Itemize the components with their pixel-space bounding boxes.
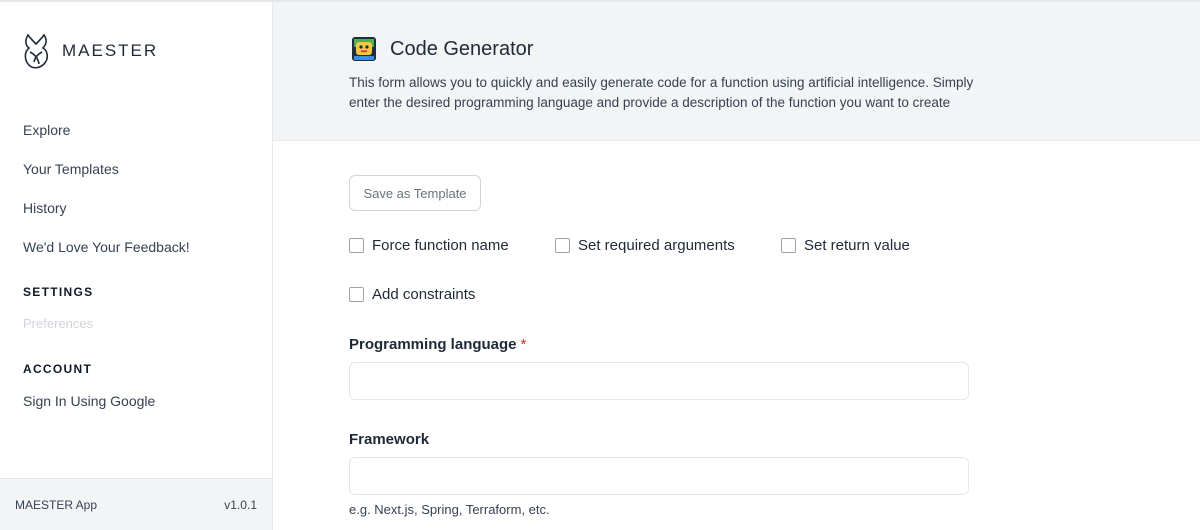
sidebar-nav: Explore Your Templates History We'd Love… xyxy=(23,120,190,276)
page-header: Code Generator This form allows you to q… xyxy=(273,2,1200,141)
checkbox-label: Set return value xyxy=(804,237,910,254)
programming-language-input[interactable] xyxy=(349,362,969,400)
programming-language-label: Programming language * xyxy=(349,336,526,353)
sidebar-footer: MAESTER App v1.0.1 xyxy=(0,478,272,530)
option-force-function-name[interactable]: Force function name xyxy=(349,237,509,254)
title-row: Code Generator xyxy=(351,36,533,62)
sidebar-item-your-templates[interactable]: Your Templates xyxy=(23,159,190,198)
page-title: Code Generator xyxy=(390,37,534,60)
option-set-required-arguments[interactable]: Set required arguments xyxy=(555,237,735,254)
page-description: This form allows you to quickly and easi… xyxy=(349,75,974,110)
checkbox[interactable] xyxy=(349,238,364,253)
checkbox[interactable] xyxy=(349,287,364,302)
required-mark: * xyxy=(520,336,527,353)
framework-label: Framework xyxy=(349,431,430,448)
footer-app-name: MAESTER App xyxy=(15,497,98,512)
option-set-return-value[interactable]: Set return value xyxy=(781,237,910,254)
checkbox-label: Set required arguments xyxy=(578,237,735,254)
maester-logo-icon xyxy=(24,33,49,69)
account-section-title: ACCOUNT xyxy=(23,362,93,376)
settings-section-title: SETTINGS xyxy=(23,285,94,299)
checkbox-label: Force function name xyxy=(372,237,509,254)
framework-hint: e.g. Next.js, Spring, Terraform, etc. xyxy=(349,502,550,517)
save-as-template-button[interactable]: Save as Template xyxy=(349,175,481,211)
sign-in-google-link[interactable]: Sign In Using Google xyxy=(23,393,155,409)
sidebar-item-feedback[interactable]: We'd Love Your Feedback! xyxy=(23,237,190,276)
checkbox[interactable] xyxy=(555,238,570,253)
footer-version: v1.0.1 xyxy=(224,497,257,512)
framework-input[interactable] xyxy=(349,457,969,495)
checkbox-label: Add constraints xyxy=(372,286,476,303)
programming-language-label-text: Programming language xyxy=(349,336,517,353)
sidebar: MAESTER Explore Your Templates History W… xyxy=(0,2,273,530)
generator-form: Save as Template Force function name Set… xyxy=(273,141,1200,530)
brand-name: MAESTER xyxy=(62,41,159,60)
brand[interactable]: MAESTER xyxy=(22,32,158,70)
robot-icon xyxy=(352,37,376,61)
sidebar-item-history[interactable]: History xyxy=(23,198,190,237)
option-add-constraints[interactable]: Add constraints xyxy=(349,286,475,303)
checkbox[interactable] xyxy=(781,238,796,253)
sidebar-item-explore[interactable]: Explore xyxy=(23,120,190,159)
sidebar-item-preferences: Preferences xyxy=(23,316,94,331)
